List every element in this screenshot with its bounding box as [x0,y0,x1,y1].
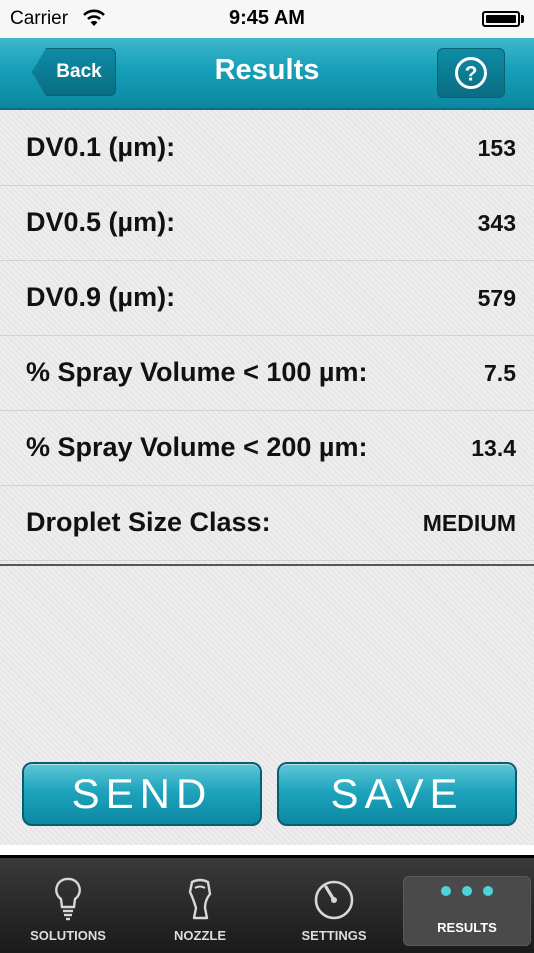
tab-label: SETTINGS [301,928,367,943]
gauge-icon [314,880,354,920]
result-value: 153 [477,135,516,161]
result-row-droplet-class: Droplet Size Class: MEDIUM [0,485,534,561]
tab-settings[interactable]: SETTINGS [270,858,398,953]
results-panel: DV0.1 (µm): 153 DV0.5 (µm): 343 DV0.9 (µ… [0,110,534,845]
result-row-dv09: DV0.9 (µm): 579 [0,260,534,336]
result-label: DV0.5 (µm): [26,207,176,237]
result-value: 7.5 [484,360,516,386]
result-value: MEDIUM [422,510,516,536]
battery-tip [521,15,524,23]
result-row-dv05: DV0.5 (µm): 343 [0,185,534,261]
result-label: DV0.1 (µm): [26,132,176,162]
svg-text:?: ? [465,63,478,86]
result-row-spray-100: % Spray Volume < 100 µm: 7.5 [0,335,534,411]
tab-results[interactable]: RESULTS [403,876,531,946]
tab-nozzle[interactable]: NOZZLE [136,858,264,953]
send-button[interactable]: SEND [22,762,262,826]
result-row-dv01: DV0.1 (µm): 153 [0,110,534,186]
battery-icon [482,11,520,27]
help-icon: ? [455,57,487,89]
save-button[interactable]: SAVE [277,762,517,826]
result-label: % Spray Volume < 100 µm: [26,357,368,387]
dots-icon [441,886,493,896]
tab-solutions[interactable]: SOLUTIONS [4,858,132,953]
result-label: % Spray Volume < 200 µm: [26,432,368,462]
result-label: DV0.9 (µm): [26,282,176,312]
result-label: Droplet Size Class: [26,507,271,537]
result-value: 13.4 [471,435,516,461]
result-value: 579 [477,285,516,311]
lightbulb-icon [55,877,81,921]
tab-label: NOZZLE [174,928,226,943]
help-button[interactable]: ? [437,48,505,98]
status-time: 9:45 AM [229,7,305,29]
tab-bar: SOLUTIONS NOZZLE SETTINGS RESULTS [0,855,534,953]
nozzle-icon [188,878,212,920]
navigation-bar: Back Results ? [0,38,534,110]
status-bar: Carrier 9:45 AM [0,0,534,38]
results-divider [0,564,534,566]
result-value: 343 [477,210,516,236]
result-row-spray-200: % Spray Volume < 200 µm: 13.4 [0,410,534,486]
tab-label: RESULTS [437,920,497,935]
tab-label: SOLUTIONS [30,928,106,943]
